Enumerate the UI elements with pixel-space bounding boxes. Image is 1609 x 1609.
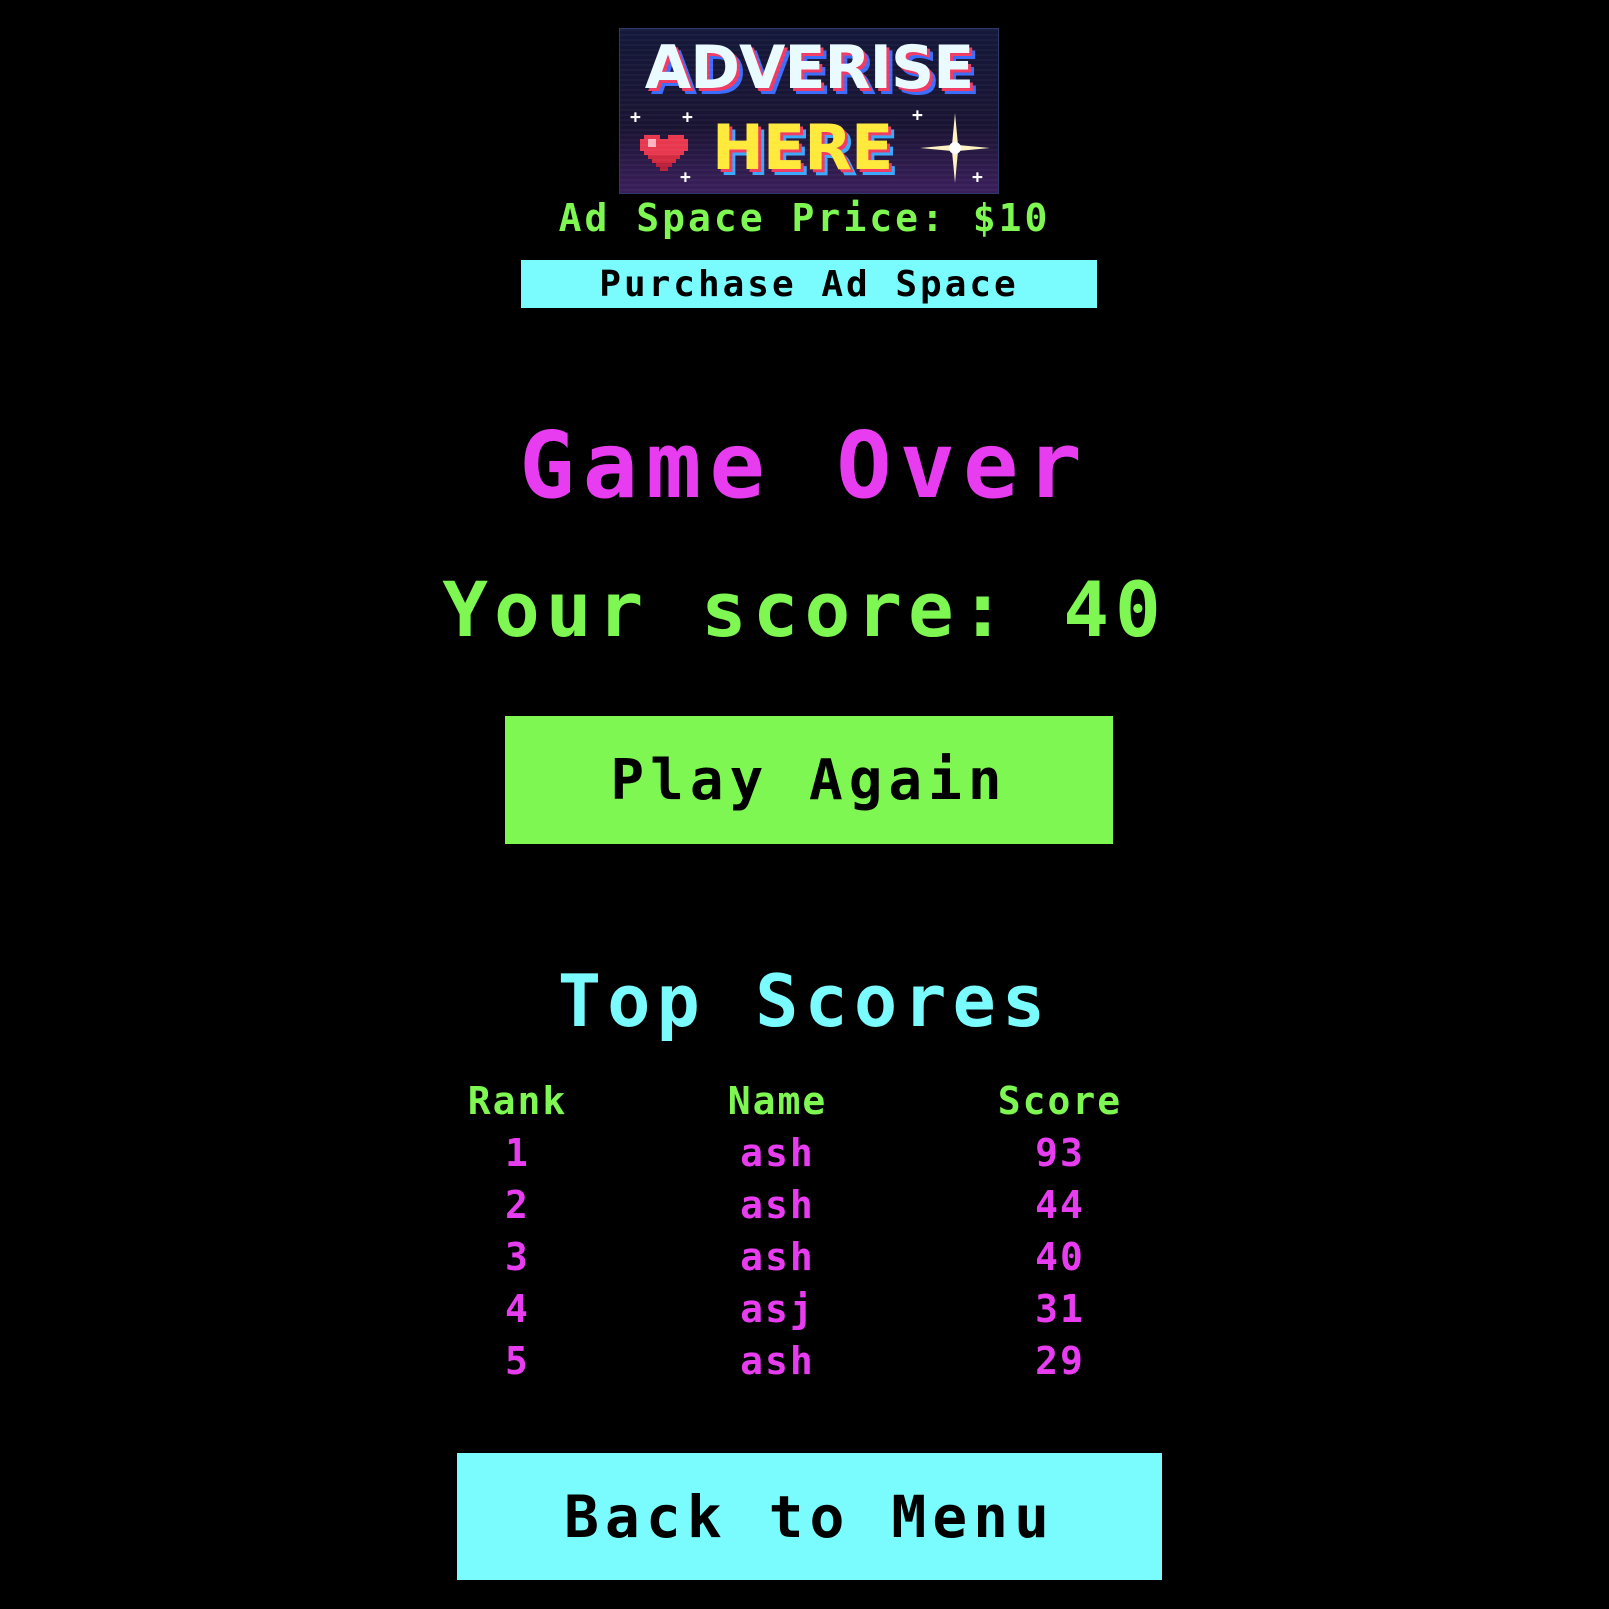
sparkle-icon: + xyxy=(630,107,641,128)
name-cell: asj xyxy=(740,1287,815,1331)
top-scores-title: Top Scores xyxy=(557,959,1052,1043)
your-score-text: Your score: 40 xyxy=(442,565,1167,654)
name-cell: ash xyxy=(740,1131,815,1175)
sparkle-icon: + xyxy=(682,107,693,128)
table-row: 3 ash 40 xyxy=(430,1231,1170,1283)
ad-banner-line2: HERE xyxy=(712,111,893,184)
rank-cell: 3 xyxy=(505,1235,530,1279)
score-cell: 40 xyxy=(1035,1235,1085,1279)
score-cell: 44 xyxy=(1035,1183,1085,1227)
rank-cell: 5 xyxy=(505,1339,530,1383)
table-row: 2 ash 44 xyxy=(430,1179,1170,1231)
header-score: Score xyxy=(997,1079,1123,1123)
score-cell: 93 xyxy=(1035,1131,1085,1175)
game-over-title: Game Over xyxy=(519,412,1090,519)
play-again-button[interactable]: Play Again xyxy=(505,716,1113,844)
rank-cell: 2 xyxy=(505,1183,530,1227)
ad-space-price: Ad Space Price: $10 xyxy=(558,196,1051,240)
header-name: Name xyxy=(727,1079,828,1123)
header-rank: Rank xyxy=(467,1079,568,1123)
score-cell: 31 xyxy=(1035,1287,1085,1331)
ad-banner-line1: ADVERISE xyxy=(644,33,974,103)
rank-cell: 4 xyxy=(505,1287,530,1331)
table-row: 4 asj 31 xyxy=(430,1283,1170,1335)
name-cell: ash xyxy=(740,1183,815,1227)
star-sparkle-icon xyxy=(920,113,990,183)
name-cell: ash xyxy=(740,1339,815,1383)
ad-banner-image[interactable]: ADVERISE + + + + + HERE xyxy=(619,28,999,194)
leaderboard-header-row: Rank Name Score xyxy=(430,1075,1170,1127)
rank-cell: 1 xyxy=(505,1131,530,1175)
table-row: 1 ash 93 xyxy=(430,1127,1170,1179)
table-row: 5 ash 29 xyxy=(430,1335,1170,1387)
score-cell: 29 xyxy=(1035,1339,1085,1383)
purchase-ad-space-button[interactable]: Purchase Ad Space xyxy=(521,260,1097,308)
leaderboard-table: Rank Name Score 1 ash 93 2 ash 44 3 ash … xyxy=(430,1075,1170,1387)
name-cell: ash xyxy=(740,1235,815,1279)
sparkle-icon: + xyxy=(680,167,691,188)
back-to-menu-button[interactable]: Back to Menu xyxy=(457,1453,1162,1580)
